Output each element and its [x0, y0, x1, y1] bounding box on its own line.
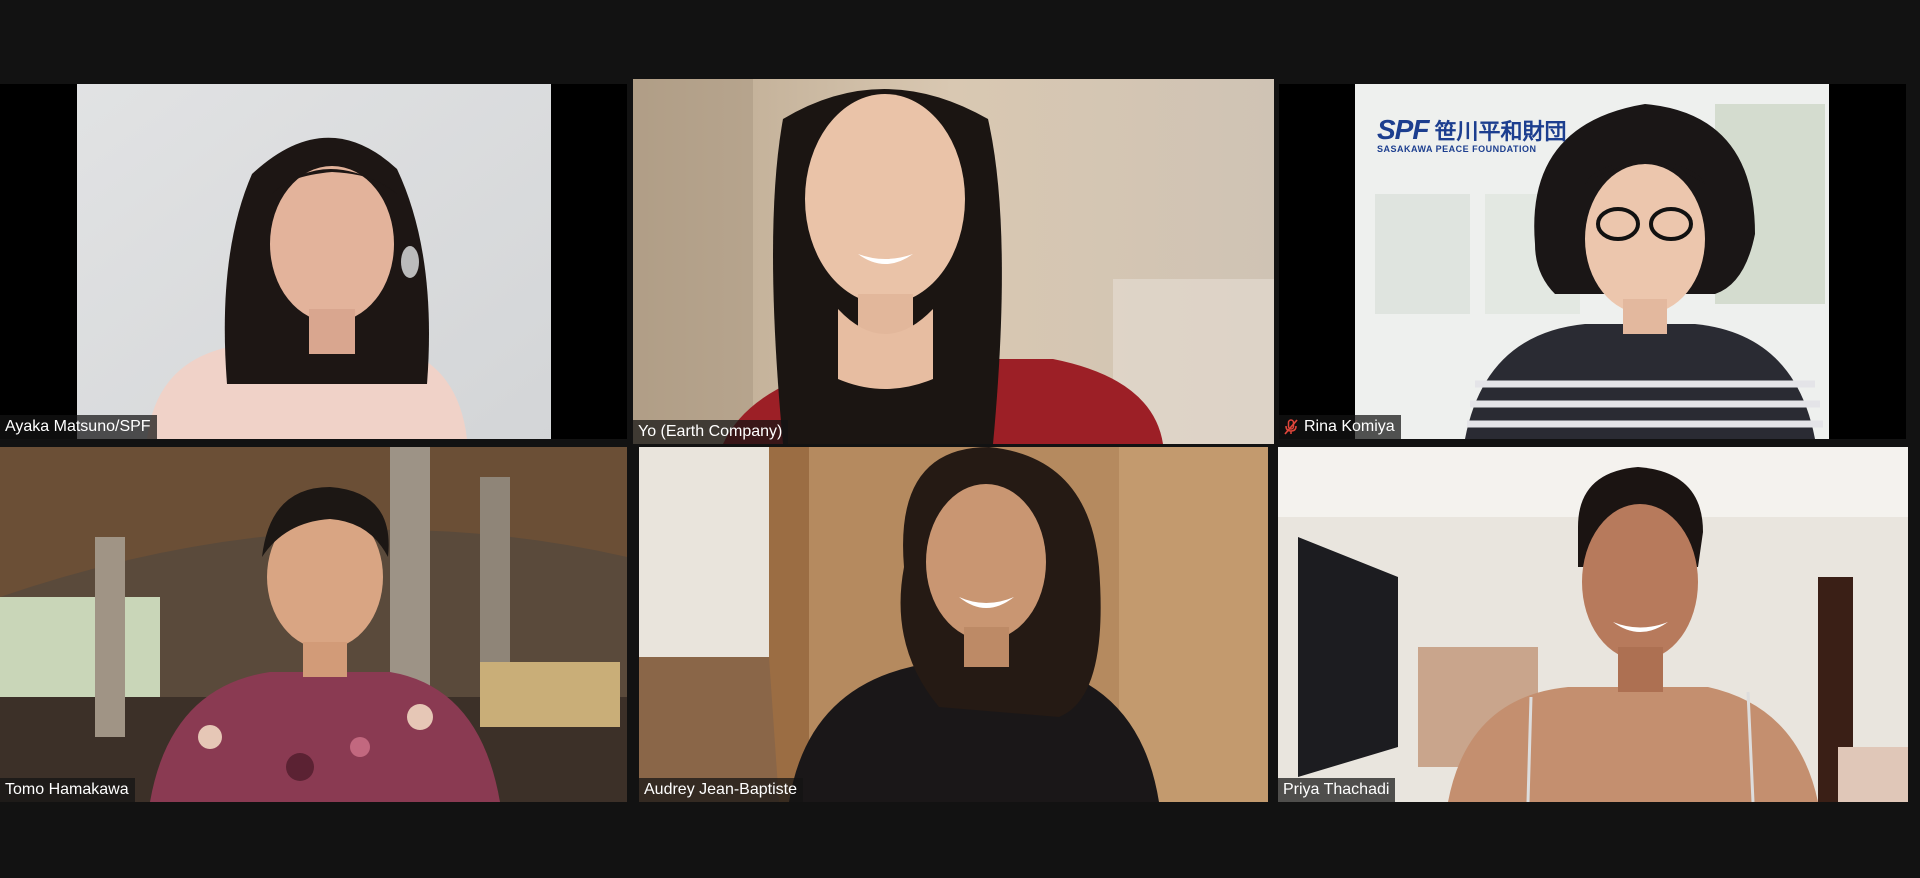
participant-video-frame: [77, 84, 551, 439]
participant-video-frame: [1278, 447, 1908, 802]
participant-name-label: Priya Thachadi: [1278, 778, 1396, 802]
participant-video: [639, 447, 1268, 802]
participant-name-label: Audrey Jean-Baptiste: [639, 778, 803, 802]
participant-name-label: Rina Komiya: [1279, 415, 1401, 439]
participant-tile-tomo[interactable]: Tomo Hamakawa: [0, 447, 627, 802]
participant-name: Tomo Hamakawa: [5, 781, 129, 798]
participant-name: Rina Komiya: [1304, 418, 1395, 435]
participant-video-frame: [0, 447, 627, 802]
logo-japanese: 笹川平和財団: [1434, 119, 1567, 144]
participant-video: [1278, 447, 1908, 802]
participant-video: [77, 84, 551, 439]
participant-video: SPF 笹川平和財団 SASAKAWA PEACE FOUNDATION: [1355, 84, 1829, 439]
participant-name-label: Yo (Earth Company): [633, 420, 789, 444]
logo-mark: SPF: [1377, 114, 1429, 145]
participant-tile-priya[interactable]: Priya Thachadi: [1278, 447, 1908, 802]
participant-video: [0, 447, 627, 802]
participant-name: Yo (Earth Company): [638, 423, 783, 440]
participant-name: Audrey Jean-Baptiste: [644, 781, 797, 798]
participant-tile-yo[interactable]: Yo (Earth Company): [633, 79, 1274, 444]
participant-name-label: Tomo Hamakawa: [0, 778, 135, 802]
mic-muted-icon: [1284, 419, 1298, 435]
foundation-logo: SPF 笹川平和財団 SASAKAWA PEACE FOUNDATION: [1377, 114, 1566, 154]
participant-name: Ayaka Matsuno/SPF: [5, 418, 151, 435]
gallery-view: Ayaka Matsuno/SPF Yo (Earth Company) SPF…: [0, 0, 1920, 878]
participant-tile-audrey[interactable]: Audrey Jean-Baptiste: [639, 447, 1268, 802]
participant-name-label: Ayaka Matsuno/SPF: [0, 415, 157, 439]
participant-tile-rina[interactable]: SPF 笹川平和財団 SASAKAWA PEACE FOUNDATION Rina…: [1279, 84, 1906, 439]
participant-video-frame: [639, 447, 1268, 802]
logo-english: SASAKAWA PEACE FOUNDATION: [1377, 144, 1537, 154]
participant-name: Priya Thachadi: [1283, 781, 1390, 798]
participant-video: [633, 79, 1274, 444]
participant-tile-ayaka[interactable]: Ayaka Matsuno/SPF: [0, 84, 627, 439]
participant-video-frame: [633, 79, 1274, 444]
